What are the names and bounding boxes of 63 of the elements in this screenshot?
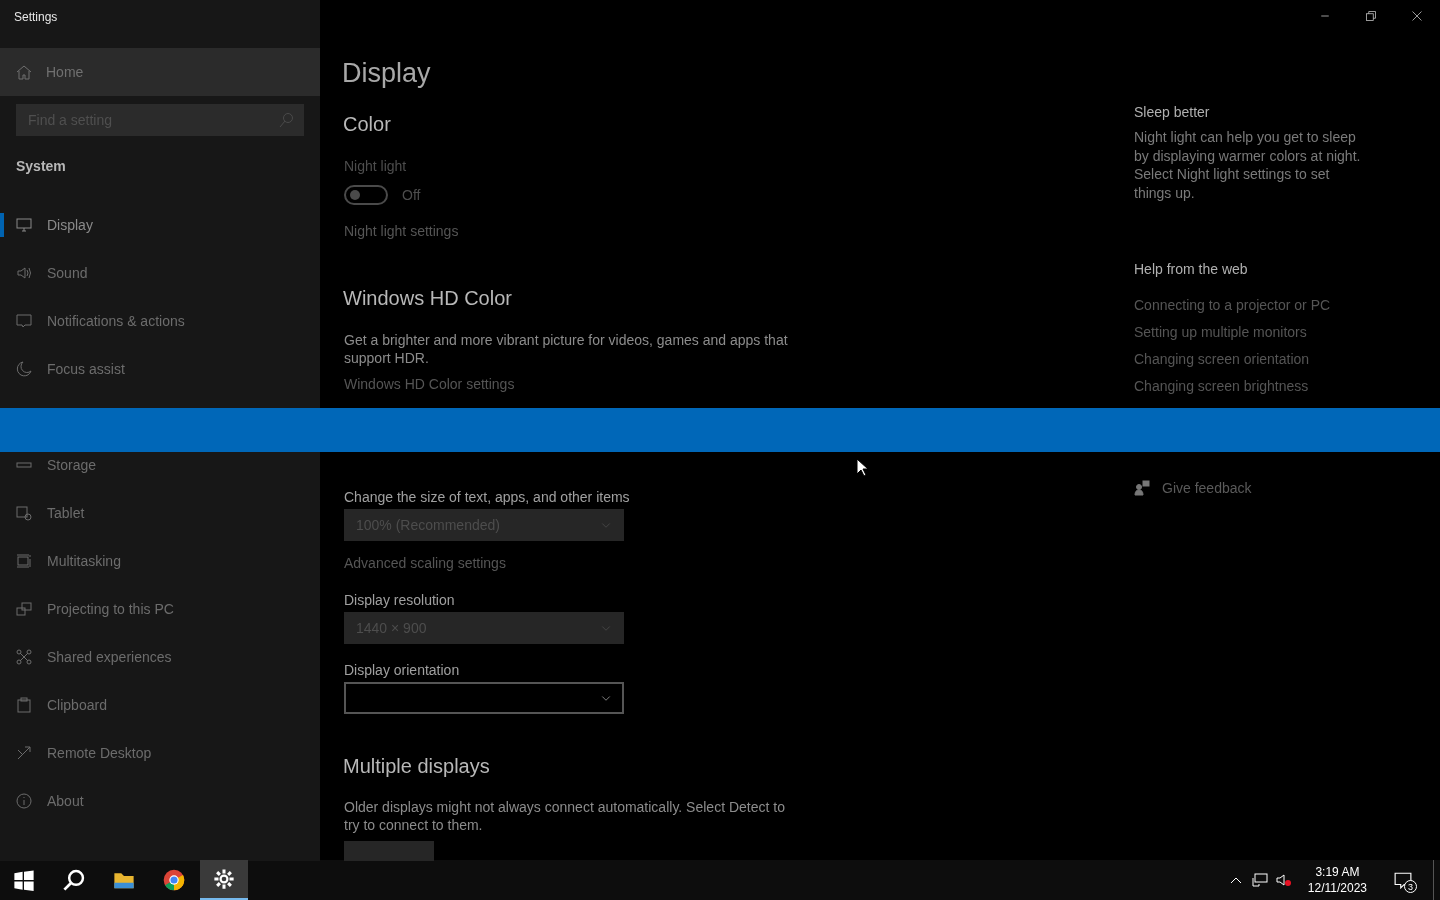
- sidebar-item[interactable]: Storage: [0, 453, 320, 477]
- notifications-button[interactable]: 3: [1383, 860, 1423, 900]
- sidebar-item[interactable]: Notifications & actions: [0, 309, 320, 333]
- section-heading: Color: [343, 113, 391, 136]
- sidebar-item[interactable]: Sound: [0, 261, 320, 285]
- tablet-icon: [16, 505, 32, 521]
- search-icon: [278, 112, 294, 128]
- cross-arrows-icon: [16, 745, 32, 761]
- close-icon: [1411, 10, 1423, 22]
- message-icon: [16, 313, 32, 329]
- sidebar-item[interactable]: Tablet: [0, 501, 320, 525]
- moon-icon: [16, 361, 32, 377]
- aside-text: Night light can help you get to sleep by displaying warmer colors at night. Select Night light settings to set things up.: [1134, 128, 1362, 202]
- sidebar-item[interactable]: Remote Desktop: [0, 741, 320, 765]
- section-heading: System: [16, 158, 66, 174]
- setting-label: Display resolution: [344, 592, 455, 608]
- page-title: Display: [342, 58, 431, 89]
- muted-speaker-icon[interactable]: [1275, 872, 1292, 888]
- home-icon: [16, 64, 32, 80]
- info-icon: [16, 793, 32, 809]
- help-link[interactable]: Setting up multiple monitors: [1134, 324, 1307, 340]
- sidebar-item[interactable]: Focus assist: [0, 357, 320, 381]
- description: Older displays might not always connect automatically. Select Detect to try to connect to them.: [344, 798, 786, 834]
- windows-stack-icon: [16, 553, 32, 569]
- speaker-icon: [16, 265, 32, 281]
- toggle-state: Off: [402, 187, 421, 203]
- people-icon: [1134, 480, 1150, 496]
- gear-icon[interactable]: [200, 860, 248, 900]
- settings-link[interactable]: Night light settings: [344, 223, 459, 239]
- sidebar-item[interactable]: Display: [0, 213, 320, 237]
- window-title: Settings: [13, 9, 59, 26]
- aside-heading: Sleep better: [1134, 104, 1210, 120]
- network-icon[interactable]: [1251, 872, 1268, 888]
- dropdown[interactable]: [344, 682, 624, 714]
- help-link[interactable]: Changing screen orientation: [1134, 351, 1310, 367]
- toggle-switch[interactable]: [344, 185, 388, 205]
- setting-label: Night light: [344, 158, 407, 174]
- projector-icon: [16, 601, 32, 617]
- section-heading: Windows HD Color: [343, 287, 512, 310]
- setting-label: Display orientation: [344, 662, 460, 678]
- setting-label: Change the size of text, apps, and other items: [344, 489, 630, 505]
- section-heading: Multiple displays: [343, 755, 490, 778]
- notification-count: 3: [1404, 880, 1417, 893]
- settings-link[interactable]: Advanced scaling settings: [344, 555, 506, 571]
- home-button[interactable]: Home: [0, 48, 320, 96]
- feedback-link[interactable]: Give feedback: [1134, 480, 1252, 496]
- sidebar-item[interactable]: Multitasking: [0, 549, 320, 573]
- restore-icon: [1365, 10, 1377, 22]
- cursor-icon: [856, 458, 868, 477]
- sidebar-item[interactable]: Shared experiences: [0, 645, 320, 669]
- nodes-icon: [16, 649, 32, 665]
- clipboard-icon: [16, 697, 32, 713]
- help-link[interactable]: Changing screen brightness: [1134, 378, 1309, 394]
- help-link[interactable]: Connecting to a projector or PC: [1134, 297, 1331, 313]
- sidebar-item[interactable]: Projecting to this PC: [0, 597, 320, 621]
- message-icon: [1394, 871, 1412, 889]
- description: Get a brighter and more vibrant picture for videos, games and apps that support HDR.: [344, 331, 789, 367]
- aside-heading: Help from the web: [1134, 261, 1248, 277]
- sidebar-item[interactable]: Clipboard: [0, 693, 320, 717]
- monitor-icon: [16, 217, 32, 233]
- clock[interactable]: 3:19 AM 12/11/2023: [1307, 864, 1367, 896]
- sidebar-item[interactable]: About: [0, 789, 320, 813]
- settings-link[interactable]: Windows HD Color settings: [344, 376, 515, 392]
